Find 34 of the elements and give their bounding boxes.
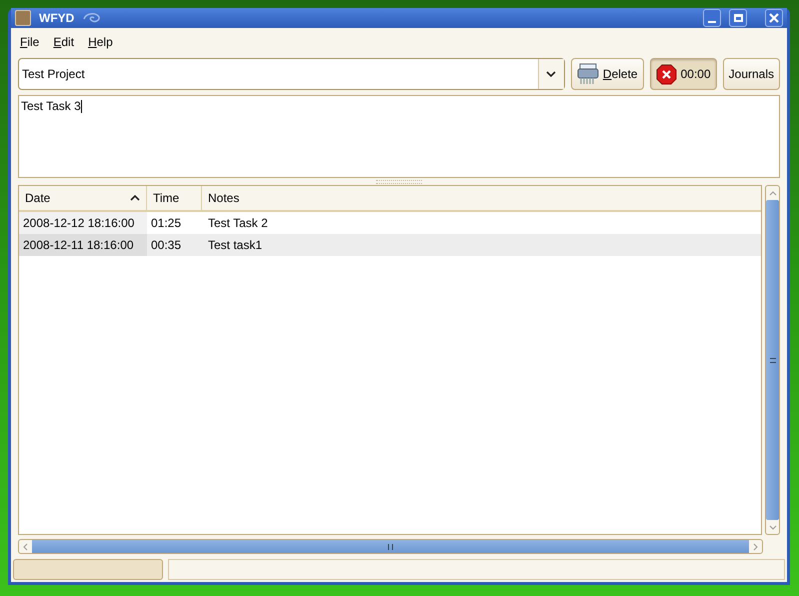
- vertical-scrollbar[interactable]: [765, 185, 780, 535]
- project-combo[interactable]: Test Project: [18, 58, 565, 90]
- column-header[interactable]: Date: [19, 186, 147, 210]
- chevron-down-icon: [546, 71, 556, 77]
- app-icon: [15, 10, 31, 26]
- menu-item[interactable]: Help: [88, 33, 113, 51]
- table-cell-text: 00:35: [150, 237, 182, 254]
- horizontal-scrollbar[interactable]: [18, 539, 763, 554]
- timer-button[interactable]: 00:00: [650, 58, 717, 90]
- chevron-right-icon: [753, 542, 758, 550]
- table-cell-text: 01:25: [150, 215, 182, 232]
- column-header[interactable]: Notes: [202, 186, 761, 210]
- maximize-button[interactable]: [729, 9, 747, 27]
- pane-grip[interactable]: [376, 180, 422, 184]
- menu-item[interactable]: File: [20, 33, 40, 51]
- chevron-left-icon: [23, 542, 28, 550]
- table-cell: 2008-12-11 18:16:00: [19, 234, 147, 256]
- table-cell: 2008-12-12 18:16:00: [19, 212, 147, 234]
- table-cell-text: Test task1: [207, 237, 264, 254]
- swirl-icon: [82, 11, 102, 25]
- window-title: WFYD: [39, 10, 74, 27]
- stop-icon: [656, 64, 677, 84]
- column-header[interactable]: Time: [147, 186, 202, 210]
- shredder-icon: [576, 63, 599, 85]
- notes-field[interactable]: Test Task 3: [18, 95, 780, 178]
- table-cell-text: Test Task 2: [207, 215, 269, 232]
- chevron-up-icon: [768, 190, 776, 196]
- close-icon: [769, 13, 779, 23]
- minimize-button[interactable]: [703, 9, 721, 27]
- journals-button[interactable]: Journals: [722, 58, 780, 90]
- chevron-down-icon: [768, 524, 776, 530]
- delete-button[interactable]: Delete: [570, 58, 644, 90]
- menu-item[interactable]: Edit: [53, 33, 74, 51]
- close-button[interactable]: [765, 9, 783, 27]
